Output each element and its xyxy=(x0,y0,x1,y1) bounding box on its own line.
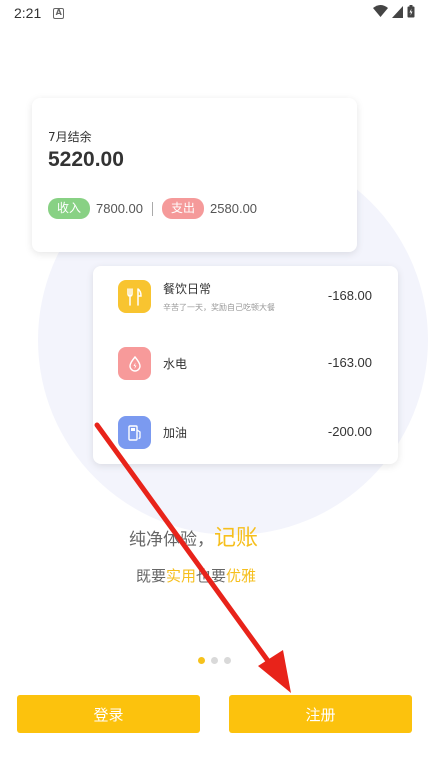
fuel-pump-icon xyxy=(118,416,151,449)
item-amount: -168.00 xyxy=(327,288,372,303)
slogan-line-1: 纯净体验，记账 xyxy=(129,520,258,552)
list-item: 水电 -163.00 xyxy=(93,343,398,383)
divider xyxy=(152,201,154,216)
list-item: 餐饮日常 辛苦了一天，奖励自己吃顿大餐 -168.00 xyxy=(93,276,398,316)
pager-dot[interactable] xyxy=(224,657,231,664)
item-amount: -163.00 xyxy=(327,355,372,370)
item-name: 餐饮日常 xyxy=(163,282,212,296)
transaction-list: 餐饮日常 辛苦了一天，奖励自己吃顿大餐 -168.00 水电 -163.00 加… xyxy=(93,266,398,464)
slogan-text: 也要 xyxy=(196,567,227,585)
battery-icon xyxy=(407,5,415,18)
item-note: 辛苦了一天，奖励自己吃顿大餐 xyxy=(163,303,275,312)
item-name: 水电 xyxy=(163,357,188,371)
wifi-icon xyxy=(373,5,388,17)
month-label: 7月结余 xyxy=(48,130,92,144)
expense-badge: 支出 xyxy=(162,198,205,219)
balance-amount: 5220.00 xyxy=(48,148,124,171)
pager-dot[interactable] xyxy=(211,657,218,664)
fork-knife-icon xyxy=(118,280,151,313)
slogan-line-2: 既要实用也要优雅 xyxy=(136,565,256,586)
slogan-text: 既要 xyxy=(136,567,167,585)
item-amount: -200.00 xyxy=(327,424,372,439)
water-drop-icon xyxy=(118,347,151,380)
income-badge: 收入 xyxy=(48,198,91,219)
slogan-text: 纯净体验， xyxy=(129,530,214,550)
slogan-highlight: 实用 xyxy=(166,567,197,585)
income-expense-row: 收入 7800.00 支出 2580.00 xyxy=(48,198,257,219)
signal-icon xyxy=(392,5,403,18)
pager-dot-active[interactable] xyxy=(198,657,205,664)
status-bar: 2:21 A xyxy=(0,0,429,26)
income-value: 7800.00 xyxy=(96,201,144,216)
list-item: 加油 -200.00 xyxy=(93,412,398,452)
slogan-highlight: 优雅 xyxy=(226,567,257,585)
a-square-icon: A xyxy=(53,7,65,19)
status-time: 2:21 xyxy=(14,5,42,21)
balance-card: 7月结余 5220.00 收入 7800.00 支出 2580.00 xyxy=(32,98,357,252)
expense-value: 2580.00 xyxy=(210,201,258,216)
pager-dots xyxy=(198,657,231,664)
status-icons xyxy=(373,5,415,18)
slogan-highlight: 记账 xyxy=(214,526,259,551)
item-name: 加油 xyxy=(163,426,188,440)
register-button[interactable]: 注册 xyxy=(229,695,412,733)
login-button[interactable]: 登录 xyxy=(17,695,200,733)
